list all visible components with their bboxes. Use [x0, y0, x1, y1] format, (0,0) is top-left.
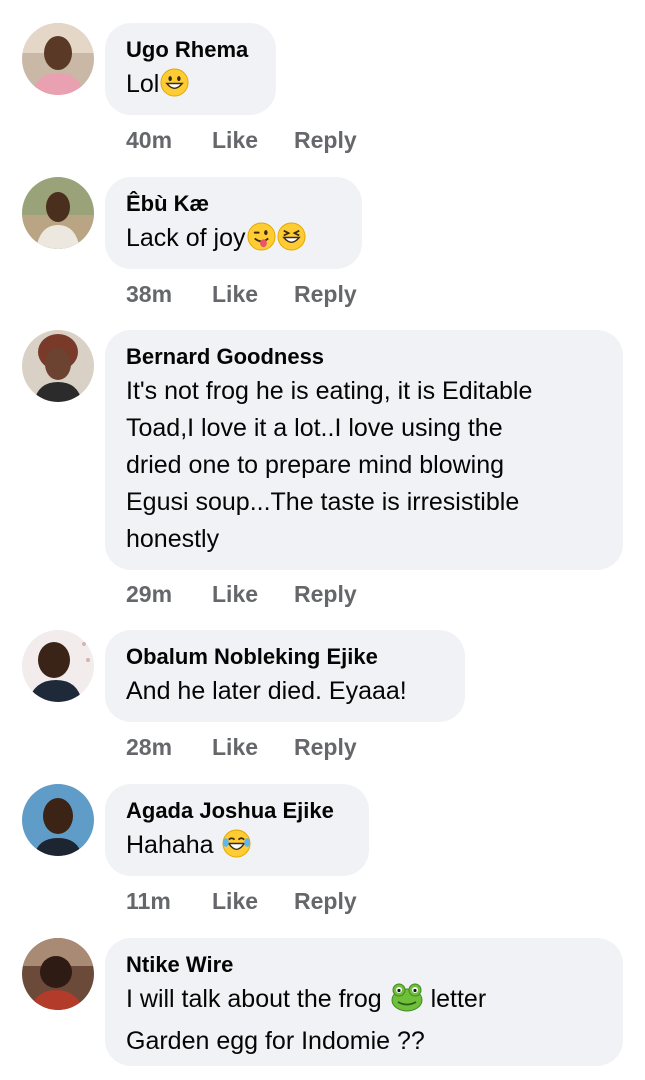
- avatar[interactable]: [22, 630, 94, 702]
- comment-text-content: Lol: [126, 70, 160, 98]
- comment-text-line: Toad,I love it a lot..I love using the: [126, 414, 503, 442]
- like-button[interactable]: Like: [212, 732, 258, 762]
- comment-text: Lol: [126, 66, 256, 108]
- comment-text: Hahaha: [126, 827, 349, 869]
- avatar[interactable]: [22, 177, 94, 249]
- comment-text-line: It's not frog he is eating, it is Editab…: [126, 377, 533, 405]
- comment-text-content: I will talk about the frog: [126, 985, 389, 1013]
- comment-text: Lack of joy: [126, 220, 342, 262]
- comment-text-line: dried one to prepare mind blowing: [126, 451, 505, 479]
- comment-timestamp: 28m: [126, 734, 173, 760]
- reply-button[interactable]: Reply: [294, 732, 357, 762]
- grinning-face-icon: [160, 68, 189, 108]
- comment-text: It's not frog he is eating, it is Editab…: [126, 373, 603, 558]
- grinning-squinting-face-icon: [276, 222, 306, 262]
- comment-text-line: honestly: [126, 525, 220, 553]
- comment-text-content: Lack of joy: [126, 224, 246, 252]
- comment-bubble: Bernard Goodness It's not frog he is eat…: [105, 330, 623, 570]
- comment-text: And he later died. Eyaaa!: [126, 677, 407, 705]
- comment-bubble: Obalum Nobleking Ejike And he later died…: [105, 630, 465, 722]
- comment-timestamp: 38m: [126, 281, 173, 307]
- comment-author[interactable]: Agada Joshua Ejike: [126, 797, 349, 824]
- comment-bubble: Êbù Kæ Lack of joy: [105, 177, 362, 269]
- comment-bubble: Agada Joshua Ejike Hahaha: [105, 784, 369, 876]
- comment-timestamp: 11m: [126, 888, 171, 914]
- comment-author[interactable]: Bernard Goodness: [126, 343, 603, 370]
- comment-text: I will talk about the frog letter Garden…: [126, 981, 603, 1060]
- reply-button[interactable]: Reply: [294, 125, 357, 155]
- face-with-tears-of-joy-icon: [222, 829, 251, 869]
- comment-text-line: Egusi soup...The taste is irresistible: [126, 488, 520, 516]
- comment-bubble: Ugo Rhema Lol: [105, 23, 276, 115]
- like-button[interactable]: Like: [212, 279, 258, 309]
- comment-text-line: Garden egg for Indomie ??: [126, 1027, 425, 1055]
- reply-button[interactable]: Reply: [294, 886, 357, 916]
- comment-timestamp: 29m: [126, 581, 173, 607]
- avatar[interactable]: [22, 938, 94, 1010]
- comment-author[interactable]: Êbù Kæ: [126, 190, 342, 217]
- comment-text-content: letter: [423, 985, 487, 1013]
- avatar[interactable]: [22, 330, 94, 402]
- like-button[interactable]: Like: [212, 886, 258, 916]
- avatar[interactable]: [22, 784, 94, 856]
- reply-button[interactable]: Reply: [294, 279, 357, 309]
- avatar[interactable]: [22, 23, 94, 95]
- frog-face-icon: [390, 982, 424, 1023]
- comment-text-content: Hahaha: [126, 831, 221, 859]
- comment-author[interactable]: Obalum Nobleking Ejike: [126, 643, 445, 670]
- comment-bubble: Ntike Wire I will talk about the frog le…: [105, 938, 623, 1066]
- comment-feed: Ugo Rhema Lol 40m Like Reply Êbù Kæ Lack…: [0, 0, 645, 1080]
- winking-face-with-tongue-icon: [246, 222, 276, 262]
- like-button[interactable]: Like: [212, 125, 258, 155]
- comment-timestamp: 40m: [126, 127, 173, 153]
- like-button[interactable]: Like: [212, 579, 258, 609]
- comment-author[interactable]: Ntike Wire: [126, 951, 603, 978]
- comment-author[interactable]: Ugo Rhema: [126, 36, 256, 63]
- comment-text-line: I will talk about the frog letter: [126, 981, 603, 1023]
- reply-button[interactable]: Reply: [294, 579, 357, 609]
